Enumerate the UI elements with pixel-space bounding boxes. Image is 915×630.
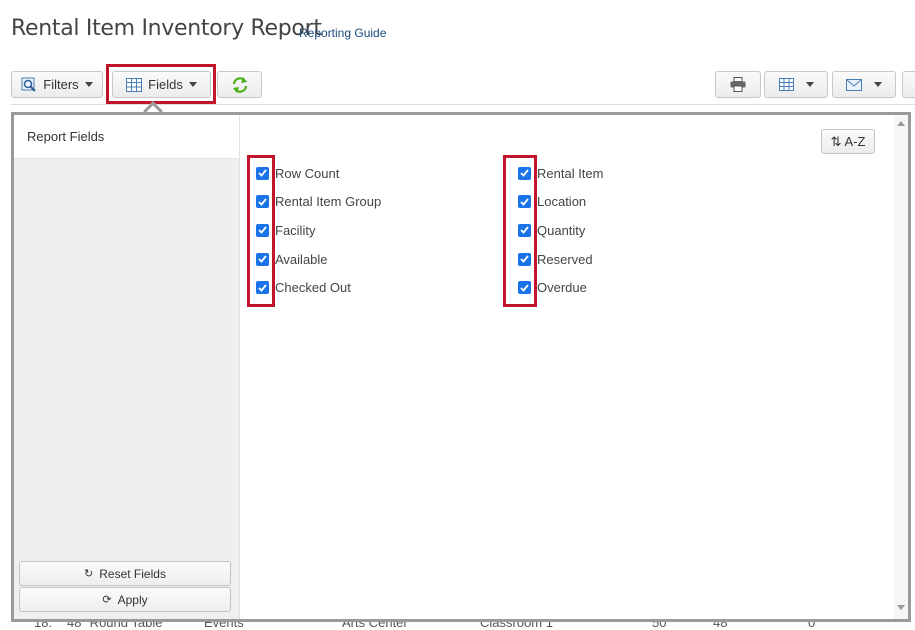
page-title: Rental Item Inventory Report xyxy=(11,16,322,41)
email-button[interactable] xyxy=(832,71,896,98)
field-label: Quantity xyxy=(537,222,586,238)
apply-button[interactable]: ⟳ Apply xyxy=(19,587,231,612)
printer-icon xyxy=(730,77,746,92)
scroll-down-icon[interactable] xyxy=(897,605,905,610)
sort-icon: ⇅ xyxy=(830,133,842,149)
field-label: Rental Item xyxy=(537,165,604,181)
chevron-down-icon xyxy=(84,82,93,87)
table-grid-icon xyxy=(778,78,794,91)
field-label: Row Count xyxy=(275,165,340,181)
right-checkbox-highlight xyxy=(503,155,537,307)
scroll-up-icon[interactable] xyxy=(897,121,905,126)
reset-fields-label: Reset Fields xyxy=(99,566,166,581)
filters-button[interactable]: Filters xyxy=(11,71,103,98)
apply-icon: ⟳ xyxy=(102,594,112,606)
field-label: Facility xyxy=(275,222,316,238)
reset-icon: ↻ xyxy=(84,568,94,580)
reporting-guide-link[interactable]: Reporting Guide xyxy=(299,26,386,40)
refresh-icon xyxy=(232,76,247,93)
chevron-down-icon xyxy=(874,82,882,87)
reset-fields-button[interactable]: ↻ Reset Fields xyxy=(19,561,231,586)
field-label: Available xyxy=(275,251,328,267)
report-fields-panel: Report Fields ↻ Reset Fields ⟳ Apply ⇅ A… xyxy=(11,112,911,622)
refresh-button[interactable] xyxy=(217,71,262,98)
fields-button-highlight xyxy=(106,64,216,104)
field-label: Checked Out xyxy=(275,280,351,296)
envelope-icon xyxy=(846,78,862,91)
field-label: Rental Item Group xyxy=(275,194,382,210)
chevron-down-icon xyxy=(805,82,814,87)
print-button[interactable] xyxy=(715,71,761,98)
field-label: Location xyxy=(537,194,587,210)
toolbar-divider xyxy=(11,104,915,105)
panel-sidebar: Report Fields ↻ Reset Fields ⟳ Apply xyxy=(14,115,240,619)
filters-label: Filters xyxy=(43,77,79,92)
panel-scrollbar[interactable] xyxy=(894,115,908,619)
field-label: Overdue xyxy=(537,280,587,296)
field-label: Reserved xyxy=(537,251,593,267)
sort-label: A-Z xyxy=(844,134,866,149)
export-grid-button[interactable] xyxy=(764,71,828,98)
apply-label: Apply xyxy=(117,592,148,607)
more-button[interactable] xyxy=(902,71,915,98)
left-checkbox-highlight xyxy=(247,155,275,307)
sort-az-button[interactable]: ⇅ A-Z xyxy=(821,129,875,154)
panel-title: Report Fields xyxy=(14,115,239,159)
filter-search-icon xyxy=(21,77,37,92)
